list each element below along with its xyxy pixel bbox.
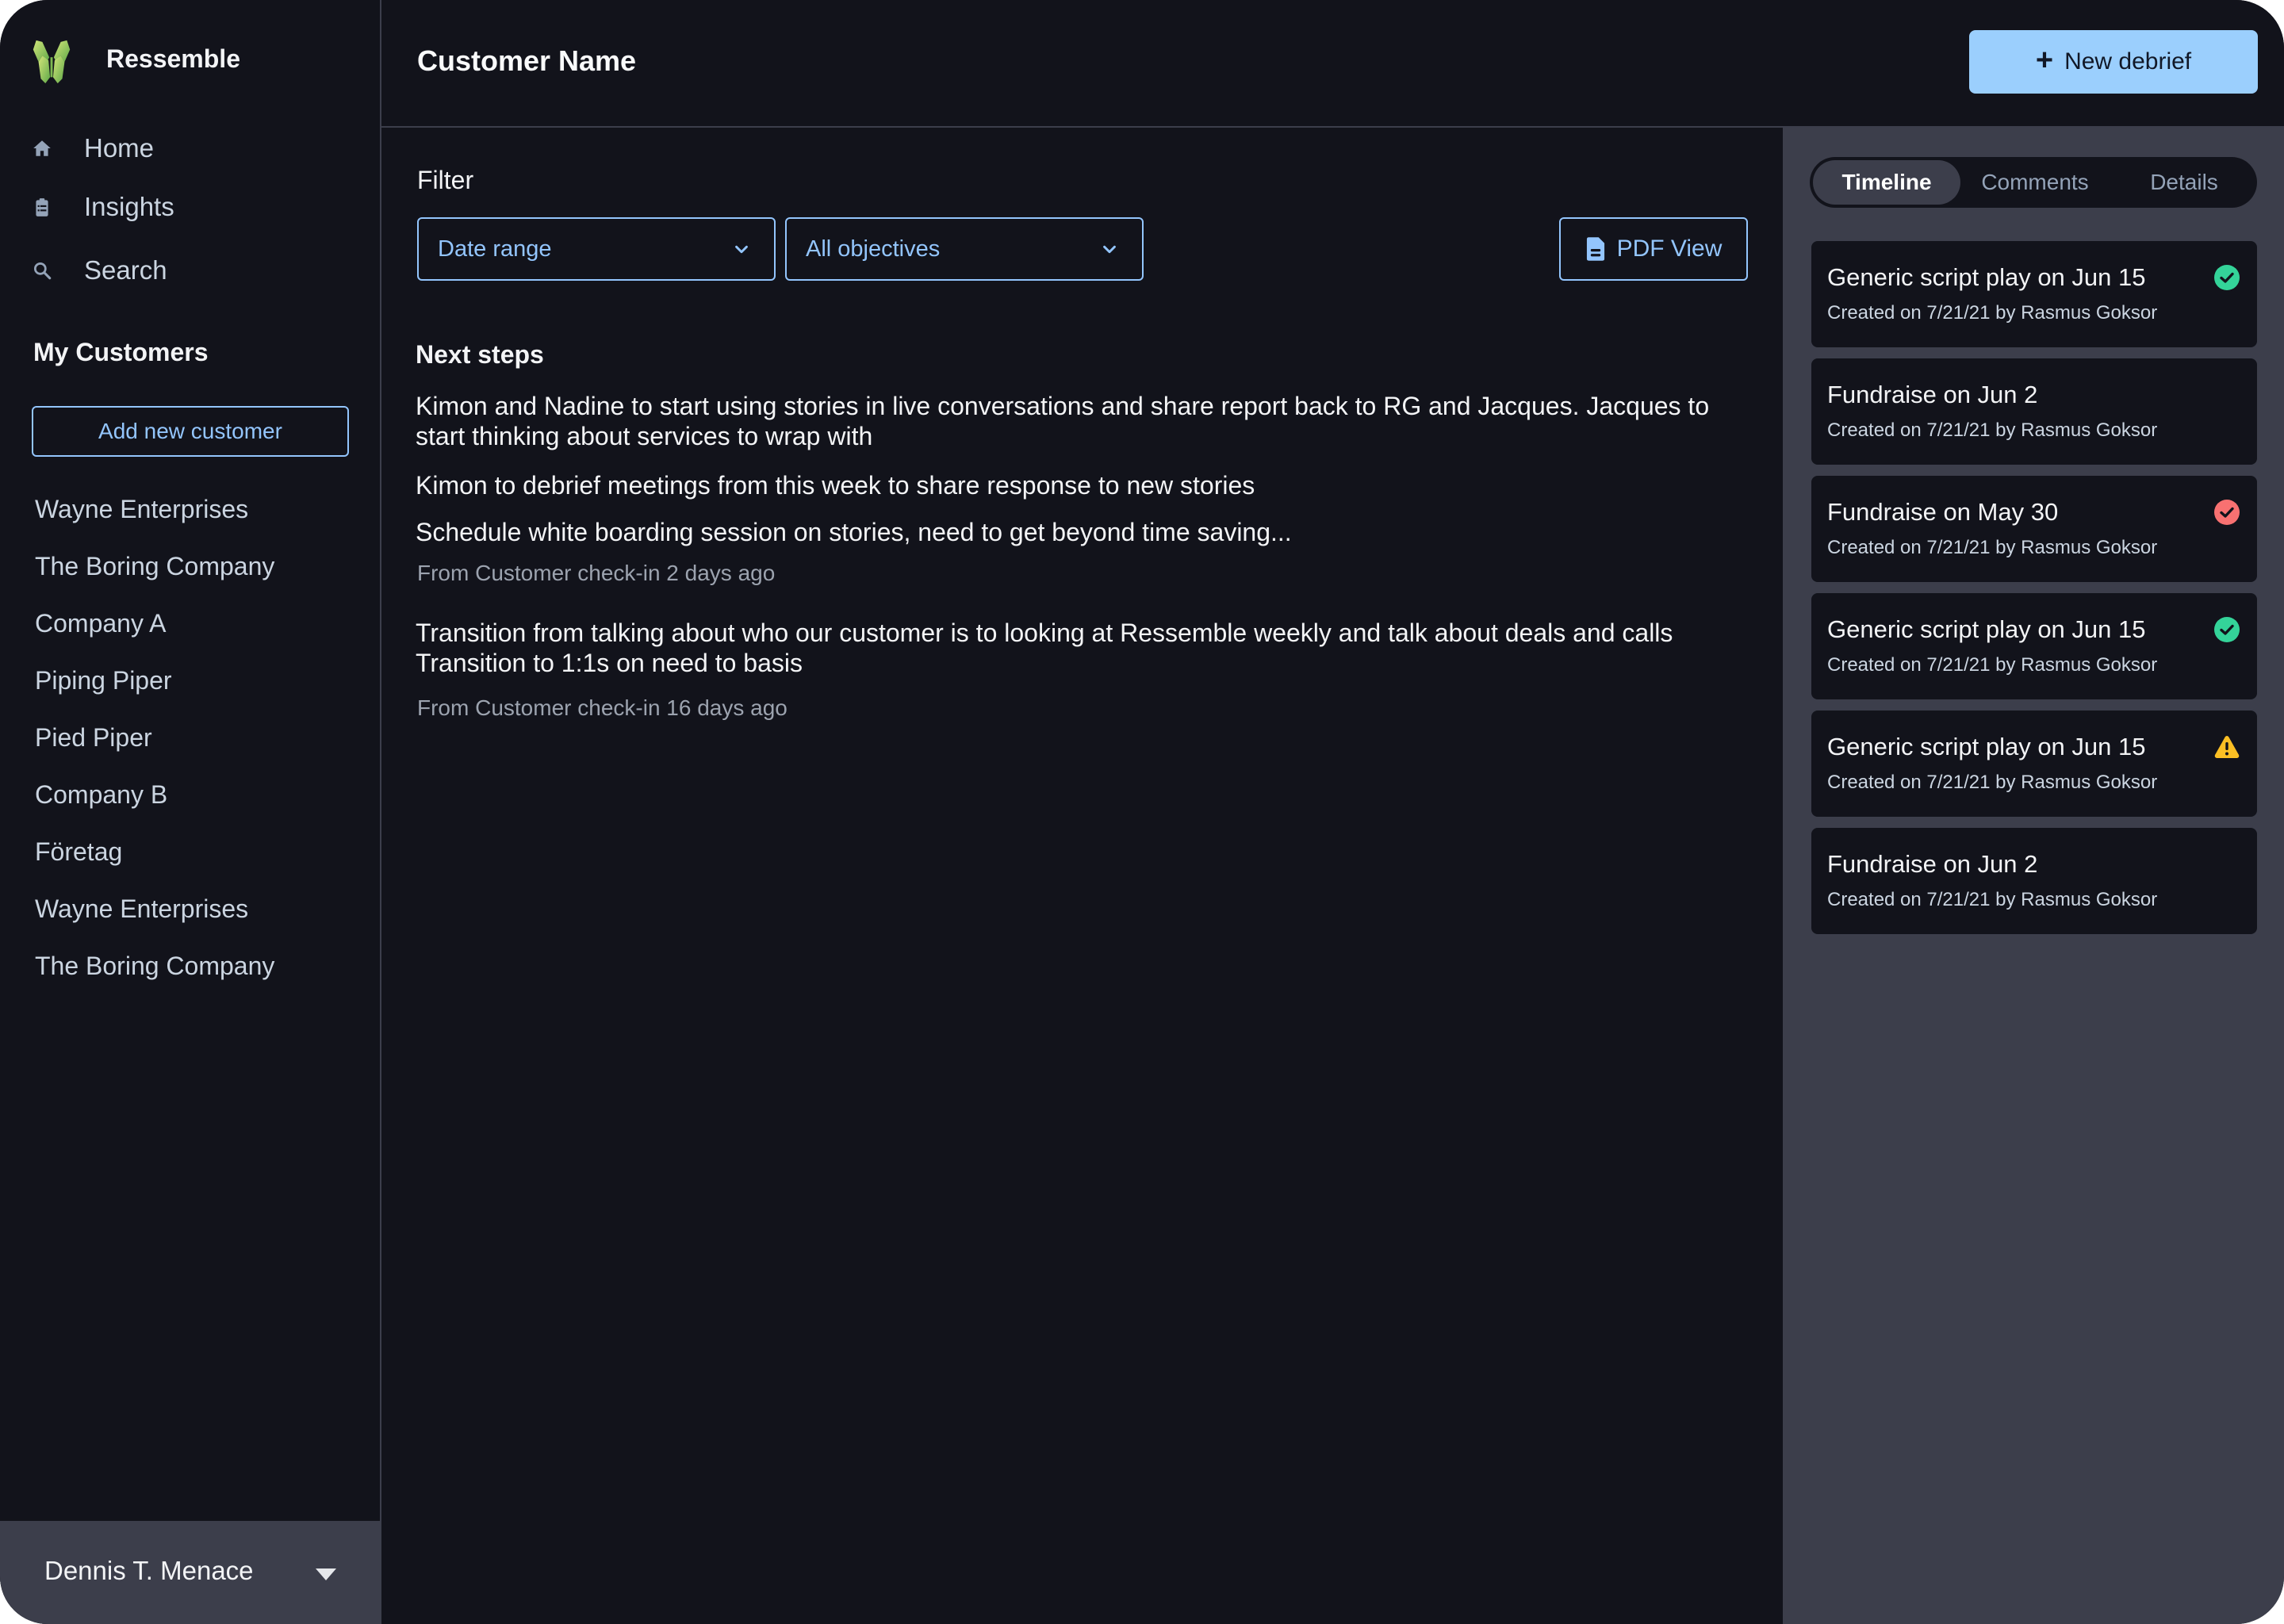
brand-name: Ressemble [106, 44, 240, 73]
main-content: Filter Date range All objectives PDF Vie… [381, 128, 1783, 1624]
timeline-card-subtitle: Created on 7/21/21 by Rasmus Goksor [1827, 889, 2158, 910]
chevron-down-icon [1103, 245, 1116, 254]
new-debrief-button[interactable]: + New debrief [1969, 30, 2258, 94]
check-circle-icon [2214, 265, 2240, 290]
check-circle-icon [2214, 617, 2240, 642]
timeline-card-subtitle: Created on 7/21/21 by Rasmus Goksor [1827, 537, 2158, 558]
nav-label: Home [84, 133, 155, 163]
nav-label: Search [84, 255, 167, 285]
app-window: Ressemble Home Insights Search My Custom… [0, 0, 2284, 1624]
next-steps-heading: Next steps [416, 340, 544, 369]
tab-details[interactable]: Details [2114, 160, 2254, 205]
nav-label: Insights [84, 192, 174, 221]
plus-icon: + [2035, 44, 2054, 77]
next-step-item: Kimon to debrief meetings from this week… [416, 471, 1255, 500]
document-icon [1586, 237, 1604, 261]
check-circle-icon [2214, 500, 2240, 525]
user-name: Dennis T. Menace [44, 1556, 254, 1585]
pdf-view-button[interactable]: PDF View [1559, 217, 1748, 281]
timeline-card-title: Generic script play on Jun 15 [1827, 615, 2146, 643]
step-source: From Customer check-in 16 days ago [417, 695, 788, 720]
page-title: Customer Name [417, 44, 637, 77]
tab-comments[interactable]: Comments [1964, 160, 2106, 205]
search-icon [32, 260, 52, 281]
next-step-item: Transition from talking about who our cu… [416, 619, 1673, 677]
customer-list-item[interactable]: Wayne Enterprises [35, 894, 248, 924]
timeline-card-title: Generic script play on Jun 15 [1827, 263, 2146, 291]
home-icon [32, 138, 52, 159]
next-step-item: Kimon and Nadine to start using stories … [416, 392, 1710, 450]
add-new-customer-button[interactable]: Add new customer [32, 406, 349, 457]
caret-down-icon[interactable] [316, 1568, 336, 1580]
timeline-card-subtitle: Created on 7/21/21 by Rasmus Goksor [1827, 654, 2158, 676]
nav-item-home[interactable]: Home [32, 126, 154, 170]
timeline-card-subtitle: Created on 7/21/21 by Rasmus Goksor [1827, 772, 2158, 793]
date-range-value: Date range [438, 236, 552, 262]
timeline-card[interactable]: Generic script play on Jun 15 Created on… [1811, 593, 2257, 699]
customer-list-item[interactable]: Företag [35, 837, 122, 867]
butterfly-logo-icon [33, 40, 71, 84]
chevron-down-icon [735, 245, 748, 254]
timeline-card[interactable]: Fundraise on May 30 Created on 7/21/21 b… [1811, 476, 2257, 582]
tab-timeline[interactable]: Timeline [1813, 160, 1960, 205]
nav-item-insights[interactable]: Insights [32, 185, 174, 229]
timeline-card-title: Fundraise on Jun 2 [1827, 381, 2038, 408]
new-debrief-label: New debrief [2064, 48, 2192, 75]
my-customers-heading: My Customers [33, 338, 209, 366]
step-source: From Customer check-in 2 days ago [417, 561, 776, 585]
customer-list-item[interactable]: Company B [35, 780, 167, 810]
panel-tabs: Timeline Comments Details [1810, 157, 2257, 208]
warning-triangle-icon [2214, 736, 2240, 758]
objectives-select[interactable]: All objectives [785, 217, 1144, 281]
customer-list-item[interactable]: The Boring Company [35, 952, 274, 981]
timeline-card-title: Fundraise on May 30 [1827, 498, 2059, 526]
timeline-card-title: Generic script play on Jun 15 [1827, 733, 2146, 760]
pdf-view-label: PDF View [1616, 236, 1723, 262]
customer-list-item[interactable]: Pied Piper [35, 723, 152, 753]
timeline-card[interactable]: Fundraise on Jun 2 Created on 7/21/21 by… [1811, 358, 2257, 465]
next-step-item: Schedule white boarding session on stori… [416, 518, 1292, 546]
customer-list-item[interactable]: Piping Piper [35, 666, 172, 695]
right-panel: Timeline Comments Details Generic script… [1783, 128, 2284, 1624]
timeline-card[interactable]: Generic script play on Jun 15 Created on… [1811, 710, 2257, 817]
customer-list-item[interactable]: Wayne Enterprises [35, 495, 248, 524]
timeline-card[interactable]: Fundraise on Jun 2 Created on 7/21/21 by… [1811, 828, 2257, 934]
timeline-card-subtitle: Created on 7/21/21 by Rasmus Goksor [1827, 419, 2158, 441]
timeline-card-subtitle: Created on 7/21/21 by Rasmus Goksor [1827, 302, 2158, 324]
nav-item-search[interactable]: Search [32, 248, 167, 293]
page-header: Customer Name + New debrief [381, 0, 2284, 128]
filter-label: Filter [417, 166, 474, 194]
objectives-value: All objectives [806, 236, 941, 262]
timeline-card-title: Fundraise on Jun 2 [1827, 850, 2038, 878]
customer-list-item[interactable]: The Boring Company [35, 552, 274, 581]
date-range-select[interactable]: Date range [417, 217, 776, 281]
timeline-card[interactable]: Generic script play on Jun 15 Created on… [1811, 241, 2257, 347]
clipboard-icon [32, 197, 52, 217]
sidebar: Ressemble Home Insights Search My Custom… [0, 0, 381, 1624]
user-menu[interactable]: Dennis T. Menace [0, 1521, 380, 1624]
customer-list-item[interactable]: Company A [35, 609, 166, 638]
